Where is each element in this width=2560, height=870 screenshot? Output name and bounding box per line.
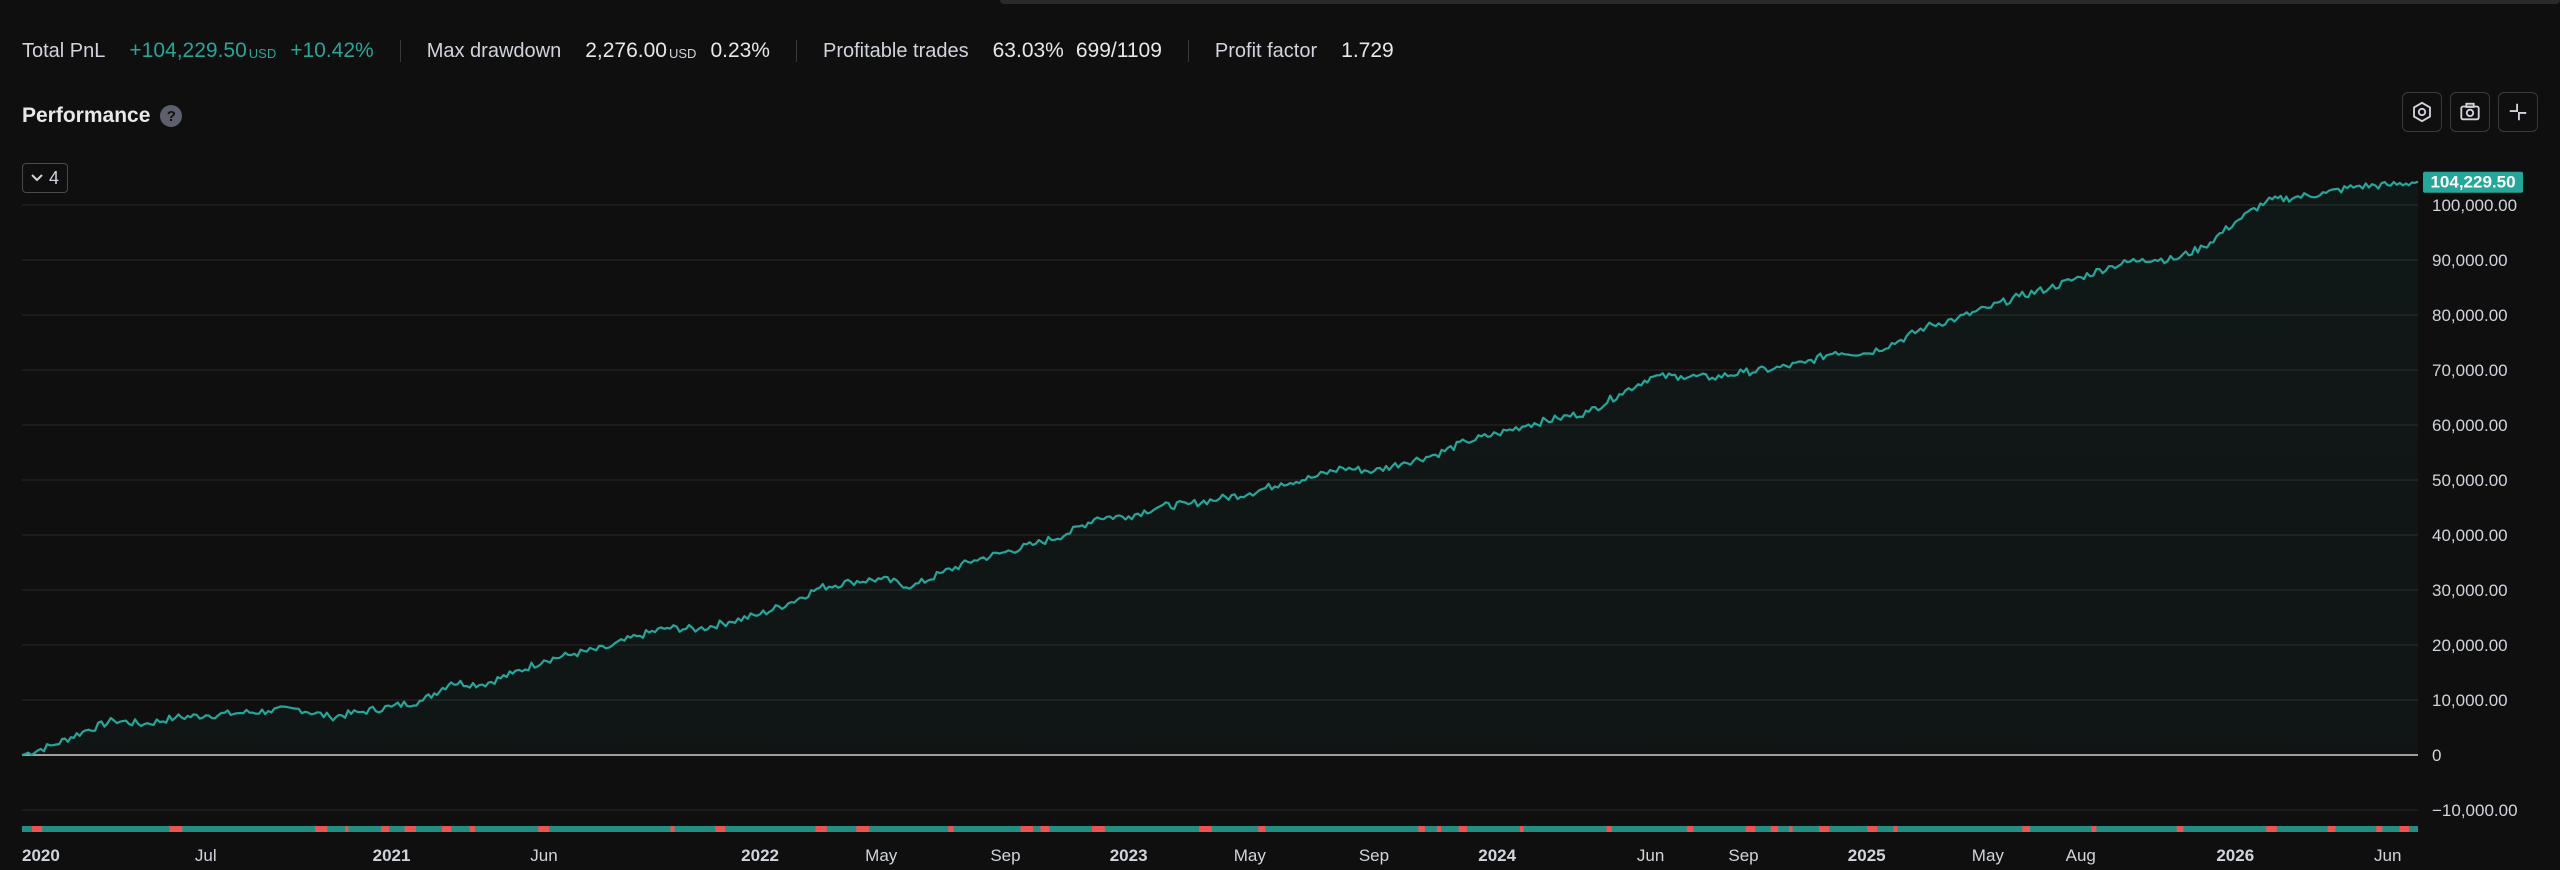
y-axis: 100,000.00 90,000.00 80,000.00 70,000.00 60,… <box>2432 196 2518 820</box>
x-tick-label: 2022 <box>741 846 779 865</box>
trade-marker-loss <box>1686 826 1694 832</box>
trade-marker-loss <box>1040 826 1050 832</box>
x-tick-label: 2024 <box>1478 846 1516 865</box>
x-tick-label: May <box>1234 846 1267 865</box>
trade-marker-loss <box>442 826 452 832</box>
trade-marker-loss <box>469 826 476 832</box>
x-tick-label: Sep <box>1728 846 1758 865</box>
trade-marker-loss <box>1458 826 1467 832</box>
trade-marker-loss <box>1418 826 1425 832</box>
equity-area-fill <box>22 181 2418 755</box>
trade-marker-loss <box>815 826 827 832</box>
trade-marker-loss <box>1745 826 1756 832</box>
trade-marker-loss <box>856 826 869 832</box>
y-tick-label: 0 <box>2432 746 2441 765</box>
last-value-label: 104,229.50 <box>2430 173 2515 192</box>
x-tick-label: Jun <box>1637 846 1664 865</box>
trade-marker-loss <box>1020 826 1033 832</box>
trade-marker-loss <box>2091 826 2097 832</box>
y-tick-label: 80,000.00 <box>2432 306 2508 325</box>
y-tick-label: 50,000.00 <box>2432 471 2508 490</box>
trade-marker-loss <box>1867 826 1878 832</box>
x-tick-label: 2025 <box>1848 846 1886 865</box>
trade-marker-loss <box>2376 826 2383 832</box>
trade-marker-loss <box>670 826 675 832</box>
trade-marker-loss <box>1789 826 1793 832</box>
x-tick-label: 2023 <box>1110 846 1148 865</box>
x-tick-label: May <box>1972 846 2005 865</box>
trade-marker-loss <box>1436 826 1441 832</box>
trade-marker-loss <box>2399 826 2409 832</box>
y-tick-label: 20,000.00 <box>2432 636 2508 655</box>
trade-marker-loss <box>169 826 183 832</box>
performance-chart[interactable]: 100,000.00 90,000.00 80,000.00 70,000.00 60,… <box>0 0 2560 870</box>
x-tick-label: Aug <box>2066 846 2096 865</box>
y-tick-label: 90,000.00 <box>2432 251 2508 270</box>
y-tick-label: 60,000.00 <box>2432 416 2508 435</box>
trade-strip <box>22 826 2418 832</box>
x-tick-label: 2021 <box>373 846 411 865</box>
x-tick-label: Sep <box>1359 846 1389 865</box>
y-tick-label: 40,000.00 <box>2432 526 2508 545</box>
trade-marker-loss <box>381 826 390 832</box>
y-tick-label: 70,000.00 <box>2432 361 2508 380</box>
x-tick-label: Jul <box>195 846 217 865</box>
trade-marker-loss <box>404 826 416 832</box>
x-tick-label: 2026 <box>2216 846 2254 865</box>
y-tick-label: 10,000.00 <box>2432 691 2508 710</box>
x-tick-label: May <box>865 846 898 865</box>
trade-marker-loss <box>1819 826 1830 832</box>
trade-marker-loss <box>1606 826 1612 832</box>
trade-marker-loss <box>1199 826 1212 832</box>
y-tick-label: 30,000.00 <box>2432 581 2508 600</box>
x-tick-label: Sep <box>990 846 1020 865</box>
trade-marker-loss <box>948 826 954 832</box>
trade-marker-loss <box>2266 826 2277 832</box>
x-tick-label: 2020 <box>22 846 60 865</box>
last-value-marker: 104,229.50 <box>2423 171 2523 193</box>
trade-marker-loss <box>1092 826 1105 832</box>
y-tick-label: 100,000.00 <box>2432 196 2517 215</box>
x-tick-label: Jun <box>530 846 557 865</box>
trade-marker-loss <box>1770 826 1779 832</box>
trade-marker-loss <box>715 826 725 832</box>
trade-marker-loss <box>32 826 43 832</box>
trade-marker-loss <box>1258 826 1266 832</box>
trade-marker-loss <box>2022 826 2030 832</box>
x-axis: 2020 Jul 2021 Jun 2022 May Sep 2023 May Sep 2024 Ju… <box>22 846 2401 865</box>
equity-area <box>22 181 2418 755</box>
y-tick-label: −10,000.00 <box>2432 801 2518 820</box>
trade-marker-loss <box>538 826 549 832</box>
trade-marker-loss <box>1520 826 1524 832</box>
trade-marker-loss <box>345 826 349 832</box>
x-tick-label: Jun <box>2374 846 2401 865</box>
trade-marker-loss <box>1893 826 1898 832</box>
trade-marker-loss <box>2327 826 2336 832</box>
trade-marker-loss <box>315 826 328 832</box>
trade-marker-loss <box>2176 826 2184 832</box>
